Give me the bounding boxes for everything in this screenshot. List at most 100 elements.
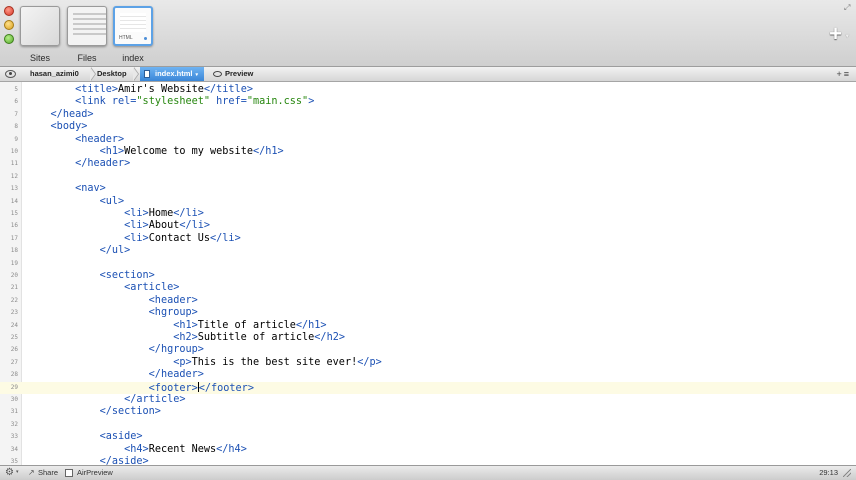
code-line[interactable]: 11 </header> (0, 158, 856, 170)
code-line[interactable]: 20 <section> (0, 270, 856, 282)
breadcrumb-desktop[interactable]: Desktop (97, 67, 127, 81)
code-text: <section> (99, 270, 155, 281)
code-line[interactable]: 9 <header> (0, 134, 856, 146)
status-bar: ⚙ ▾ ↗ Share AirPreview 29:13 (0, 465, 856, 480)
code-line[interactable]: 17 <li>Contact Us</li> (0, 233, 856, 245)
preview-button[interactable]: Preview (213, 67, 253, 81)
code-line[interactable]: 25 <h2>Subtitle of article</h2> (0, 332, 856, 344)
code-text: <nav> (75, 183, 106, 195)
add-button[interactable]: + (829, 23, 842, 45)
breadcrumb-file[interactable]: index.html ▾ (140, 67, 205, 81)
cursor-position: 29:13 (819, 468, 838, 477)
code-line[interactable]: 15 <li>Home</li> (0, 208, 856, 220)
line-number: 33 (10, 433, 18, 441)
code-line[interactable]: 14 <ul> (0, 196, 856, 208)
code-line[interactable]: 31 </section> (0, 406, 856, 418)
resize-grip-icon[interactable] (843, 469, 851, 477)
line-number: 30 (10, 396, 18, 403)
fullscreen-icon[interactable]: ⤢ (844, 4, 851, 12)
line-number: 18 (10, 247, 18, 255)
thumbnail-caption: HTML (119, 35, 133, 41)
code-line[interactable]: 29 <footer></footer> (0, 381, 856, 394)
minimize-window-button[interactable] (4, 20, 14, 30)
code-line[interactable]: 32 (0, 419, 856, 431)
code-line[interactable]: 30 </article> (0, 394, 856, 406)
code-text: </aside> (99, 456, 149, 465)
eye-icon (213, 71, 222, 78)
code-text: <title>Amir's Website</title> (75, 84, 253, 95)
code-line[interactable]: 19 (0, 258, 856, 270)
tab-sites[interactable]: Sites (18, 6, 62, 63)
line-number: 10 (10, 148, 18, 155)
code-line[interactable]: 16 <li>About</li> (0, 220, 856, 232)
line-number: 9 (14, 135, 18, 143)
code-text: <hgroup> (148, 307, 198, 319)
code-text: <h4>Recent News</h4> (124, 443, 247, 455)
code-line[interactable]: 23 <hgroup> (0, 307, 856, 319)
line-number: 35 (10, 458, 18, 465)
airpreview-checkbox[interactable] (65, 469, 73, 477)
line-number: 16 (10, 222, 18, 230)
line-number: 17 (10, 234, 18, 242)
code-line[interactable]: 26 </hgroup> (0, 344, 856, 356)
line-number: 22 (10, 296, 18, 304)
code-line[interactable]: 13 <nav> (0, 183, 856, 195)
line-number: 28 (10, 371, 18, 379)
code-line[interactable]: 28 </header> (0, 369, 856, 381)
pathbar-options-icon[interactable]: +≡ (836, 67, 851, 81)
chevron-down-icon[interactable]: ▾ (16, 469, 19, 475)
line-number: 8 (14, 123, 18, 131)
code-text: <footer></footer> (148, 381, 254, 394)
line-number: 5 (14, 86, 18, 93)
code-text: <article> (124, 282, 180, 294)
code-text: </ul> (99, 245, 131, 257)
code-line[interactable]: 5 <title>Amir's Website</title> (0, 84, 856, 96)
gear-icon[interactable]: ⚙ (5, 467, 14, 479)
code-text: </section> (99, 406, 161, 418)
top-toolbar: Sites Files HTML index ⤢ + ▾ (0, 0, 856, 67)
code-text: </header> (148, 369, 204, 381)
code-text: <p>This is the best site ever!</p> (173, 356, 382, 368)
code-line[interactable]: 7 </head> (0, 109, 856, 121)
zoom-window-button[interactable] (4, 34, 14, 44)
code-text: <h2>Subtitle of article</h2> (173, 332, 345, 343)
breadcrumb-user[interactable]: hasan_azimi0 (30, 67, 79, 81)
html-document-thumbnail-icon: HTML (113, 6, 153, 46)
line-number: 20 (10, 272, 18, 279)
code-line[interactable]: 22 <header> (0, 295, 856, 307)
tab-files[interactable]: Files (65, 6, 109, 63)
code-line[interactable]: 6 <link rel="stylesheet" href="main.css"… (0, 96, 856, 108)
close-window-button[interactable] (4, 6, 14, 16)
line-number: 34 (10, 445, 18, 453)
code-line[interactable]: 10 <h1>Welcome to my website</h1> (0, 146, 856, 158)
share-icon[interactable]: ↗ (28, 467, 35, 479)
code-editor[interactable]: 5 <title>Amir's Website</title> 6 <link r… (0, 82, 856, 465)
code-line[interactable]: 12 (0, 171, 856, 183)
line-number: 21 (10, 284, 18, 292)
code-text: </header> (75, 158, 131, 170)
code-line[interactable]: 18 </ul> (0, 245, 856, 257)
path-bar: hasan_azimi0 Desktop index.html ▾ Preview… (0, 67, 856, 82)
line-number: 25 (10, 334, 18, 341)
preview-label: Preview (225, 69, 254, 78)
line-number: 31 (10, 408, 18, 416)
share-button[interactable]: Share (38, 466, 58, 480)
line-number: 29 (10, 383, 18, 391)
line-number: 15 (10, 210, 18, 217)
code-line[interactable]: 21 <article> (0, 282, 856, 294)
airpreview-label[interactable]: AirPreview (77, 466, 113, 480)
code-line[interactable]: 33 <aside> (0, 431, 856, 443)
code-line[interactable]: 27 <p>This is the best site ever!</p> (0, 357, 856, 369)
code-text: </hgroup> (148, 344, 204, 356)
navigation-icon[interactable] (5, 70, 16, 78)
tab-index[interactable]: HTML index (111, 6, 155, 63)
code-line[interactable]: 35 </aside> (0, 456, 856, 465)
code-line[interactable]: 24 <h1>Title of article</h1> (0, 320, 856, 332)
chevron-down-icon[interactable]: ▾ (845, 32, 849, 40)
code-text: <h1>Title of article</h1> (173, 319, 327, 331)
sites-thumbnail-icon (20, 6, 60, 46)
line-number: 12 (10, 172, 18, 180)
line-number: 7 (14, 110, 18, 118)
code-line[interactable]: 34 <h4>Recent News</h4> (0, 444, 856, 456)
code-line[interactable]: 8 <body> (0, 121, 856, 133)
